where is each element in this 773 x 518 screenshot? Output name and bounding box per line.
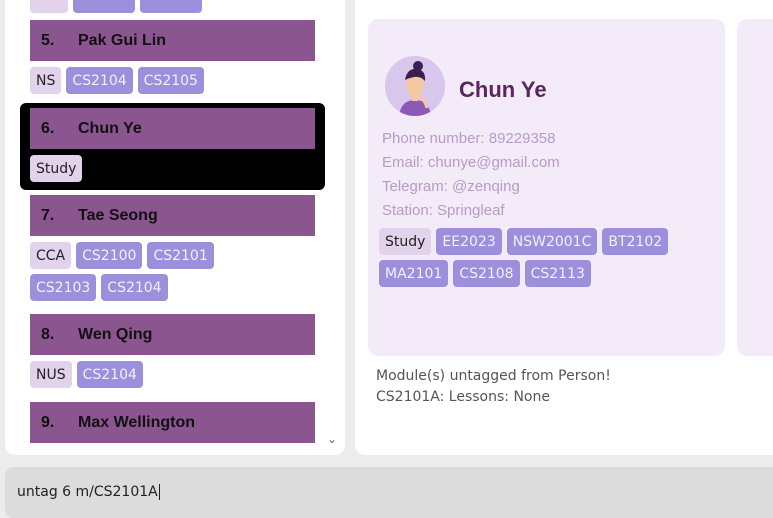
module-tag: CS2113	[524, 260, 591, 287]
person-name-bar: 8. Wen Qing	[30, 314, 315, 355]
command-input-box[interactable]: untag 6 m/CS2101A	[5, 467, 773, 518]
group-tag: NUS	[30, 361, 72, 388]
person-list-panel: 5. Pak Gui Lin NS CS2104 CS2105 6. Chun …	[5, 0, 345, 455]
partial-module-tag	[73, 0, 135, 13]
module-tag: BT2102	[602, 228, 669, 255]
person-name-bar: 6. Chun Ye	[30, 108, 315, 149]
person-name: Tae Seong	[78, 206, 158, 224]
partial-group-tag	[30, 0, 68, 13]
person-tags: NUS CS2104	[30, 361, 320, 388]
module-tag: MA2101	[379, 260, 449, 287]
group-tag: NS	[30, 67, 62, 94]
person-name-bar: 7. Tae Seong	[30, 195, 315, 236]
result-message-line1: Module(s) untagged from Person!	[376, 368, 611, 384]
person-index: 8.	[41, 325, 55, 343]
person-name-bar: 9. Max Wellington	[30, 402, 315, 443]
detail-person-name: Chun Ye	[459, 77, 547, 102]
person-index: 9.	[41, 413, 55, 431]
result-message-line2: CS2101A: Lessons: None	[376, 389, 550, 405]
person-tags: CCA CS2100 CS2101 CS2103 CS2104	[30, 242, 280, 301]
person-name: Chun Ye	[78, 119, 142, 137]
detail-phone: Phone number: 89229358	[382, 130, 556, 147]
person-name-bar: 5. Pak Gui Lin	[30, 20, 315, 61]
person-index: 7.	[41, 206, 55, 224]
detail-telegram: Telegram: @zenqing	[382, 178, 520, 195]
person-tags: NS CS2104 CS2105	[30, 67, 320, 94]
partial-tag-row	[30, 0, 320, 13]
next-detail-card	[737, 19, 773, 356]
person-card-6-selected[interactable]: 6. Chun Ye Study	[20, 103, 325, 190]
person-detail-card: Chun Ye Phone number: 89229358 Email: ch…	[368, 19, 725, 356]
detail-panel: Chun Ye Phone number: 89229358 Email: ch…	[355, 0, 773, 455]
group-tag: Study	[379, 228, 432, 255]
detail-station: Station: Springleaf	[382, 202, 505, 219]
module-tag: EE2023	[436, 228, 502, 255]
person-name: Pak Gui Lin	[78, 31, 167, 49]
module-tag: CS2104	[76, 361, 143, 388]
module-tag: CS2103	[30, 274, 97, 301]
module-tag: CS2100	[76, 242, 143, 269]
person-name: Wen Qing	[78, 325, 153, 343]
person-tags: Study	[30, 155, 320, 182]
command-input[interactable]: untag 6 m/CS2101A	[17, 484, 160, 500]
module-tag: CS2108	[453, 260, 520, 287]
module-tag: CS2104	[101, 274, 168, 301]
detail-email: Email: chunye@gmail.com	[382, 154, 560, 171]
person-name: Max Wellington	[78, 413, 196, 431]
group-tag: Study	[30, 155, 83, 182]
person-index: 5.	[41, 31, 55, 49]
partial-module-tag	[140, 0, 202, 13]
group-tag: CCA	[30, 242, 72, 269]
module-tag: CS2105	[137, 67, 204, 94]
scroll-down-chevron-icon[interactable]: ⌄	[327, 432, 337, 446]
module-tag: CS2101	[147, 242, 214, 269]
module-tag: CS2104	[66, 67, 133, 94]
person-index: 6.	[41, 119, 55, 137]
module-tag: NSW2001C	[506, 228, 598, 255]
avatar-icon	[385, 56, 445, 116]
detail-tags: Study EE2023 NSW2001C BT2102 MA2101 CS21…	[379, 228, 679, 287]
